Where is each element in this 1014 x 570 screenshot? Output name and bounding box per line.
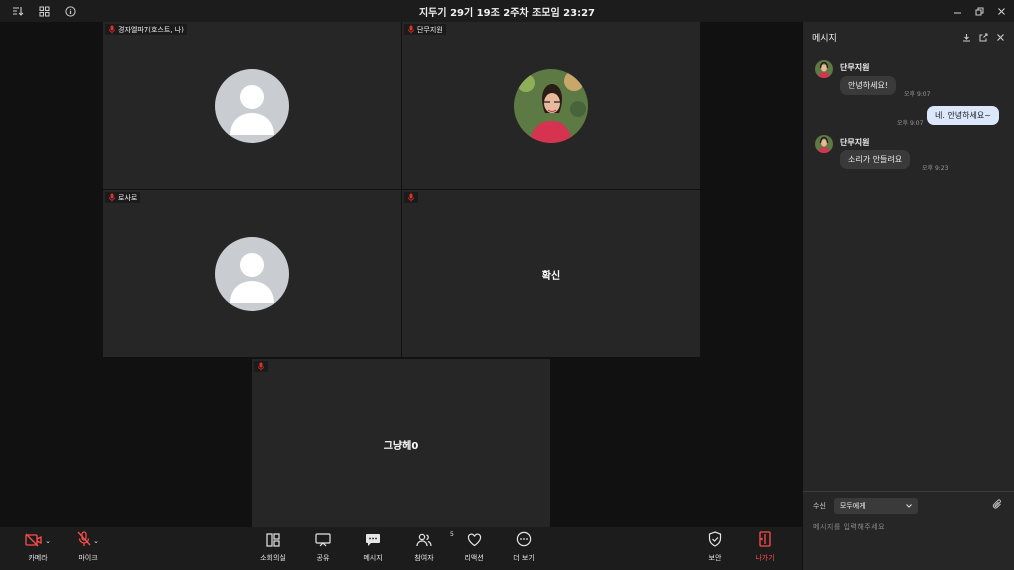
security-button[interactable]: 보안 [691,531,739,567]
participants-icon [416,532,432,551]
mic-button[interactable]: ⌄ 마이크 [64,531,112,567]
tile-name-label: 단무지원 [404,24,446,35]
security-label: 보안 [708,554,722,562]
meeting-toolbar: ⌄ 카메라 ⌄ 마이크 소회의실 공유 메시지 5 참여자 리액션 더 보기 보… [0,527,802,570]
chevron-down-icon[interactable]: ⌄ [93,537,99,545]
mic-muted-icon [77,531,91,551]
breakout-rooms-label: 소회의실 [260,554,286,562]
chat-panel: 메시지 단무지원 안녕하세요! 오후 9:07 오후 9:07 네. 안녕하세요… [802,22,1014,570]
chat-message: 단무지원 안녕하세요! 오후 9:07 [815,60,1005,100]
chevron-down-icon[interactable]: ⌄ [45,537,51,545]
message-time: 오후 9:07 [897,120,924,127]
share-button[interactable]: 공유 [299,531,347,567]
chat-message-mine: 오후 9:07 네. 안녕하세요~ [815,106,1007,128]
video-tile[interactable]: 확신 [402,190,700,357]
tile-name-label [404,192,418,203]
sort-icon[interactable] [10,3,26,19]
message-input[interactable]: 메시지를 입력해주세요 [813,522,1003,536]
title-bar: 지두기 29기 19조 2주차 조모임 23:27 [0,0,1014,22]
more-label: 더 보기 [513,554,535,562]
tile-name-label: 경자엘파7(호스트, 나) [105,24,187,35]
participant-name-center: 확신 [541,271,561,282]
participant-name: 단무지원 [417,25,443,34]
more-icon [516,531,532,551]
default-avatar-icon [215,237,289,311]
leave-door-icon [758,531,772,551]
message-time: 오후 9:23 [922,165,949,172]
video-tile[interactable]: 그냥헤0 [252,359,550,527]
message-time: 오후 9:07 [904,91,931,98]
shield-icon [708,531,722,551]
mic-muted-icon [407,193,415,203]
reactions-label: 리액션 [464,554,484,562]
chat-header: 메시지 [803,22,1014,52]
download-icon[interactable] [961,32,971,42]
mic-label: 마이크 [78,554,98,562]
camera-label: 카메라 [28,554,48,562]
chat-message: 단무지원 소리가 안들려요 오후 9:23 [815,135,1005,175]
divider [803,491,1014,492]
minimize-icon[interactable] [950,4,964,18]
share-label: 공유 [316,554,330,562]
mic-muted-icon [407,25,415,35]
default-avatar-icon [215,69,289,143]
breakout-rooms-icon [266,532,280,551]
chevron-down-icon [906,502,912,510]
info-icon[interactable] [62,3,78,19]
video-tile[interactable]: 단무지원 [402,22,700,189]
participant-name: 경자엘파7(호스트, 나) [118,25,184,34]
video-tile[interactable]: 경자엘파7(호스트, 나) [103,22,401,189]
message-sender: 단무지원 [840,63,870,72]
message-bubble: 안녕하세요! [840,76,897,95]
camera-off-icon [25,532,43,551]
profile-photo [514,69,588,143]
close-icon[interactable] [995,32,1005,42]
leave-button[interactable]: 나가기 [741,531,789,567]
heart-icon [467,532,482,551]
participants-label: 참여자 [414,554,434,562]
message-sender: 단무지원 [840,138,870,147]
participants-button[interactable]: 5 참여자 [400,531,454,567]
breakout-rooms-button[interactable]: 소회의실 [249,531,297,567]
restore-icon[interactable] [972,4,986,18]
leave-label: 나가기 [755,554,775,562]
mic-muted-icon [108,25,116,35]
participant-name-center: 그냥헤0 [383,441,419,452]
camera-button[interactable]: ⌄ 카메라 [14,531,62,567]
avatar [815,60,833,78]
attach-file-icon[interactable] [992,499,1004,511]
messages-label: 메시지 [363,554,383,562]
grid-view-icon[interactable] [36,3,52,19]
recipient-select[interactable]: 모두에게 [833,498,918,514]
avatar [815,135,833,153]
video-stage: 경자엘파7(호스트, 나) 단무지원 로사로 확신 그냥헤0 [0,22,802,527]
mic-muted-icon [257,362,265,372]
tile-name-label [254,361,268,372]
message-bubble: 소리가 안들려요 [840,150,911,169]
tile-name-label: 로사로 [105,192,141,203]
more-button[interactable]: 더 보기 [500,531,548,567]
recipient-value: 모두에게 [839,502,866,510]
message-bubble: 네. 안녕하세요~ [927,106,999,125]
meeting-title: 지두기 29기 19조 2주차 조모임 23:27 [418,7,596,19]
participant-name: 로사로 [118,193,138,202]
video-tile[interactable]: 로사로 [103,190,401,357]
chat-bubble-icon [365,532,381,551]
mic-muted-icon [108,193,116,203]
chat-title: 메시지 [812,33,837,44]
reactions-button[interactable]: 리액션 [450,531,498,567]
recipient-label: 수신 [813,502,826,510]
popout-icon[interactable] [978,32,988,42]
messages-button[interactable]: 메시지 [349,531,397,567]
close-window-icon[interactable] [994,4,1008,18]
share-screen-icon [315,532,331,551]
